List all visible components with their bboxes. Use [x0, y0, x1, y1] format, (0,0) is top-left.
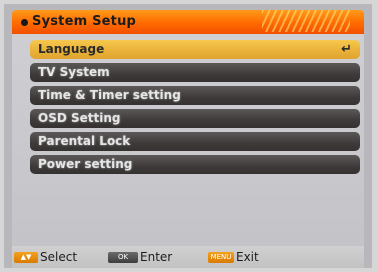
menu-key-icon: MENU: [208, 251, 234, 263]
hint-exit: MENU Exit: [208, 249, 259, 265]
menu-item-power-setting[interactable]: Power setting: [30, 155, 360, 174]
hint-select: ▲▼ Select: [14, 249, 77, 265]
hint-bar: ▲▼ Select OK Enter MENU Exit: [12, 246, 364, 268]
hint-enter-label: Enter: [140, 250, 173, 264]
tv-osd-screen: System Setup Language ↵ TV System Time &…: [4, 4, 372, 268]
menu-item-tv-system[interactable]: TV System: [30, 63, 360, 82]
menu-item-label: TV System: [38, 65, 110, 79]
ok-key-icon: OK: [108, 251, 138, 263]
header-decoration: [262, 10, 350, 32]
menu-list: Language ↵ TV System Time & Timer settin…: [30, 40, 360, 178]
menu-item-label: OSD Setting: [38, 111, 121, 125]
menu-panel: Language ↵ TV System Time & Timer settin…: [12, 34, 364, 246]
menu-item-time-timer[interactable]: Time & Timer setting: [30, 86, 360, 105]
menu-item-parental-lock[interactable]: Parental Lock: [30, 132, 360, 151]
hint-enter: OK Enter: [108, 249, 172, 265]
menu-header: System Setup: [12, 10, 364, 34]
return-arrow-icon: ↵: [341, 42, 352, 57]
page-title: System Setup: [32, 14, 137, 29]
menu-item-language[interactable]: Language ↵: [30, 40, 360, 59]
arrow-key-icon: ▲▼: [14, 251, 38, 263]
menu-item-label: Parental Lock: [38, 134, 131, 148]
menu-item-osd-setting[interactable]: OSD Setting: [30, 109, 360, 128]
menu-item-label: Language: [38, 42, 105, 56]
menu-item-label: Time & Timer setting: [38, 88, 181, 102]
bullet-icon: [21, 19, 28, 26]
hint-exit-label: Exit: [236, 250, 259, 264]
hint-select-label: Select: [40, 250, 78, 264]
menu-item-label: Power setting: [38, 157, 133, 171]
